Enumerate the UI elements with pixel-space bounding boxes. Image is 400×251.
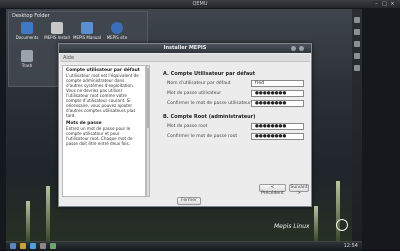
globe-icon — [111, 22, 123, 34]
icon-label: Documents — [15, 35, 39, 40]
trash-desktop-icon[interactable]: Trash — [13, 50, 41, 68]
icon-label: MEPIS Manual — [73, 35, 101, 40]
user-password-field[interactable]: ●●●●●●●● — [251, 90, 304, 97]
guest-desktop: Desktop Folder Documents MEPIS Install M… — [6, 9, 362, 241]
panel-icon[interactable] — [354, 41, 360, 47]
icon-label: MEPIS Install — [44, 35, 70, 40]
cancel-button[interactable]: Fermer — [177, 197, 201, 205]
help-text: Entrez un mot de passe pour le compte ut… — [66, 126, 133, 146]
folder-title: Desktop Folder — [12, 13, 50, 19]
wallpaper-grass — [26, 201, 30, 241]
user-password-confirm-label: Confirmer le mot de passe utilisateur — [167, 101, 251, 106]
icon-label: Trash — [21, 63, 33, 68]
qemu-titlebar[interactable]: QEMU – □ × — [0, 0, 400, 8]
trash-icon — [21, 50, 33, 62]
maximize-button[interactable]: □ — [381, 1, 388, 7]
start-menu-icon[interactable] — [10, 243, 16, 249]
panel-icon[interactable] — [354, 53, 360, 59]
file-manager-icon[interactable] — [20, 243, 26, 249]
dialog-close-button[interactable] — [299, 46, 304, 51]
right-panel — [352, 9, 362, 241]
help-scrollbar[interactable] — [146, 65, 150, 197]
help-panel[interactable]: Compte utilisateur par défaut L'utilisat… — [62, 65, 146, 197]
user-password-label: Mot de passe utilisateur — [167, 91, 222, 96]
documents-icon[interactable]: Documents — [13, 22, 41, 40]
panel-icon[interactable] — [354, 29, 360, 35]
minimize-button[interactable]: – — [373, 1, 380, 7]
dialog-titlebar[interactable]: Installer MEPIS — [59, 44, 311, 53]
terminal-icon[interactable] — [40, 243, 46, 249]
icon-label: MEPIS site — [106, 35, 128, 40]
root-password-field[interactable]: ●●●●●●●● — [251, 123, 304, 130]
root-password-label: Mot de passe root — [167, 124, 208, 129]
installer-dialog: Installer MEPIS Aide Compte utilisateur … — [58, 43, 312, 207]
installer-icon — [51, 22, 63, 34]
wallpaper-grass — [314, 206, 318, 241]
dialog-title: Installer MEPIS — [163, 45, 207, 51]
section-b-title: B. Compte Root (administrateur) — [163, 114, 256, 120]
previous-button[interactable]: < Précédent — [259, 184, 286, 196]
mepis-install-icon[interactable]: MEPIS Install — [43, 22, 71, 40]
brand-text: Mepis Linux — [274, 223, 310, 230]
mepis-site-icon[interactable]: MEPIS site — [103, 22, 131, 40]
dialog-minimize-button[interactable] — [291, 46, 296, 51]
app-icon[interactable] — [50, 243, 56, 249]
wallpaper-grass — [46, 186, 50, 241]
panel-icon[interactable] — [354, 17, 360, 23]
close-button[interactable]: × — [389, 1, 396, 7]
help-header: Aide — [60, 54, 310, 62]
section-a-title: A. Compte Utilisateur par défaut — [163, 71, 256, 77]
manual-icon — [81, 22, 93, 34]
wallpaper-grass — [336, 181, 340, 241]
panel-icon[interactable] — [354, 65, 360, 71]
next-button[interactable]: Suivant > — [289, 184, 309, 196]
root-password-confirm-field[interactable]: ●●●●●●●● — [251, 133, 304, 140]
folder-icon — [21, 22, 33, 34]
mepis-logo-icon — [336, 219, 348, 231]
browser-icon[interactable] — [30, 243, 36, 249]
username-field[interactable]: fred — [251, 80, 304, 87]
help-text: L'utilisateur root est l'équivalent de c… — [66, 73, 139, 118]
user-password-confirm-field[interactable]: ●●●●●●●● — [251, 100, 304, 107]
mepis-manual-icon[interactable]: MEPIS Manual — [73, 22, 101, 40]
qemu-window: QEMU – □ × Desktop Folder Documents MEPI… — [0, 0, 400, 251]
root-password-confirm-label: Confirmer le mot de passe root — [167, 134, 238, 139]
username-label: Nom d'utilisateur par défaut — [167, 81, 231, 86]
qemu-title: QEMU — [192, 1, 208, 7]
scrollbar-thumb[interactable] — [147, 68, 149, 128]
